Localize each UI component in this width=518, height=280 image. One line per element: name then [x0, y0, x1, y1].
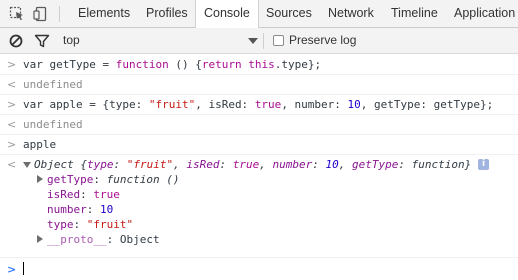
console-filterbar: top Preserve log	[0, 28, 518, 54]
tab-application[interactable]: Application	[446, 0, 518, 27]
code-string: "fruit"	[148, 98, 196, 111]
object-result: < Object {type: "fruit", isRed: true, nu…	[0, 155, 518, 258]
property-value: true	[93, 188, 120, 201]
code-segment: ,	[173, 158, 187, 171]
preserve-log-checkbox[interactable]	[273, 35, 284, 46]
code-segment: :	[219, 158, 233, 171]
property-key: getType	[47, 173, 94, 186]
console-command: > var getType = function () {return this…	[0, 55, 518, 75]
code-keyword: true	[254, 98, 282, 111]
prompt-arrow-icon: >	[7, 98, 17, 111]
code-segment: :	[93, 173, 107, 186]
code-keyword: function	[115, 58, 169, 71]
code-keyword: return	[201, 58, 242, 71]
tab-timeline[interactable]: Timeline	[383, 0, 446, 27]
code-segment: , getType: getType};	[360, 98, 494, 111]
preview-value: true	[232, 158, 260, 171]
console-result: < undefined	[0, 115, 518, 135]
text-cursor	[23, 262, 24, 275]
property-row-type: type: "fruit"	[47, 217, 133, 232]
tab-elements[interactable]: Elements	[70, 0, 138, 27]
console-messages: > var getType = function () {return this…	[0, 55, 518, 280]
preview-value: "fruit"	[126, 158, 174, 171]
property-value: "fruit"	[86, 218, 134, 231]
tab-sources[interactable]: Sources	[258, 0, 320, 27]
result-arrow-icon: <	[7, 78, 17, 91]
console-command: > var apple = {type: "fruit", isRed: tru…	[0, 95, 518, 115]
clear-console-icon[interactable]	[8, 33, 24, 49]
prompt-arrow-icon: >	[7, 58, 17, 71]
console-result: < undefined	[0, 75, 518, 95]
code-keyword: this	[248, 58, 275, 71]
property-value: Object	[119, 233, 160, 246]
device-toolbar-icon[interactable]	[33, 6, 49, 22]
expand-triangle-icon[interactable]	[23, 162, 31, 168]
preview-key: getType	[351, 158, 399, 171]
tab-network[interactable]: Network	[320, 0, 382, 27]
code-number: 10	[347, 98, 361, 111]
property-key: isRed	[47, 188, 81, 201]
result-arrow-icon: <	[7, 118, 17, 131]
prompt-arrow-icon: >	[7, 138, 17, 151]
code-segment: :	[86, 203, 100, 216]
code-segment: :	[398, 158, 412, 171]
property-key: type	[47, 218, 74, 231]
property-key: number	[47, 203, 87, 216]
inspect-element-icon[interactable]	[9, 6, 25, 22]
console-command: > apple	[0, 135, 518, 155]
filter-icon[interactable]	[34, 33, 50, 49]
code-segment: }	[464, 158, 472, 171]
preserve-log-label[interactable]: Preserve log	[289, 28, 356, 54]
result-arrow-icon: <	[7, 158, 17, 171]
code-segment: {	[73, 158, 87, 171]
info-icon[interactable]: i	[478, 159, 489, 170]
property-row-number: number: 10	[47, 202, 113, 217]
property-value: 10	[100, 203, 114, 216]
code-segment: , number:	[281, 98, 348, 111]
property-text: __proto__: Object	[47, 232, 160, 247]
code-segment: :	[312, 158, 326, 171]
object-summary-text: Object {type: "fruit", isRed: true, numb…	[34, 157, 471, 172]
code-segment: .type};	[274, 58, 322, 71]
expand-triangle-icon[interactable]	[37, 175, 43, 183]
toolbar-divider	[59, 6, 60, 22]
preview-value: function	[411, 158, 465, 171]
devtools-tabbar: Elements Profiles Console Sources Networ…	[0, 0, 518, 28]
command-text: var apple = {type: "fruit", isRed: true,…	[23, 95, 493, 114]
property-row-isRed: isRed: true	[47, 187, 120, 202]
code-segment: var getType =	[23, 58, 116, 71]
chevron-down-icon[interactable]	[248, 38, 258, 44]
result-text: undefined	[23, 118, 83, 131]
code-segment: ,	[338, 158, 352, 171]
preview-value: 10	[325, 158, 339, 171]
tab-profiles[interactable]: Profiles	[138, 0, 196, 27]
input-prompt-icon: >	[7, 263, 17, 276]
command-text: var getType = function () {return this.t…	[23, 55, 321, 74]
filterbar-divider	[263, 33, 264, 49]
console-input-row[interactable]: >	[0, 258, 518, 280]
preview-key: type	[87, 158, 114, 171]
result-text: undefined	[23, 78, 83, 91]
code-segment: () {	[168, 58, 202, 71]
preview-key: isRed	[186, 158, 220, 171]
code-segment: :	[106, 233, 120, 246]
context-selector[interactable]: top	[63, 28, 80, 54]
property-text: getType: function ()	[47, 172, 179, 187]
code-segment: :	[80, 188, 94, 201]
property-value: function ()	[106, 173, 180, 186]
code-segment: :	[113, 158, 127, 171]
code-segment: , isRed:	[195, 98, 255, 111]
code-segment: var apple = {type:	[23, 98, 149, 111]
command-text: apple	[23, 138, 57, 151]
object-type-label: Object	[34, 158, 74, 171]
code-segment: :	[73, 218, 87, 231]
preview-key: number	[272, 158, 313, 171]
expand-triangle-icon[interactable]	[37, 235, 43, 243]
property-key: __proto__	[47, 233, 107, 246]
tab-console[interactable]: Console	[195, 0, 259, 28]
code-segment: ,	[259, 158, 273, 171]
